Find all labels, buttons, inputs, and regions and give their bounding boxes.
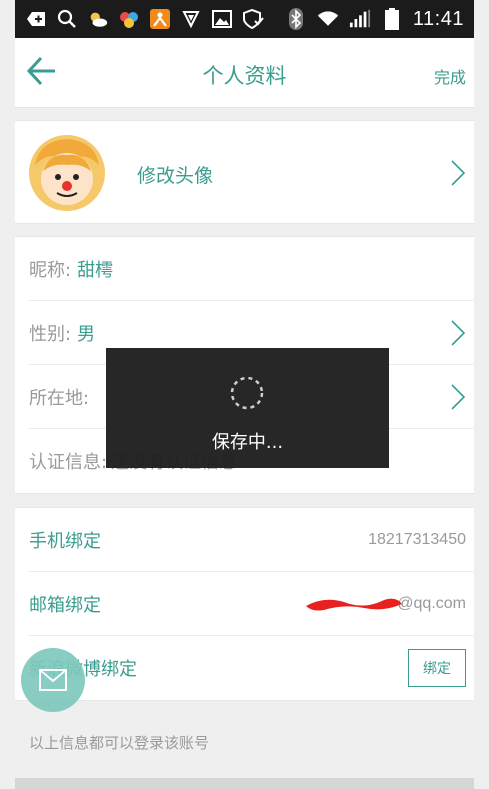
location-label: 所在地: (29, 387, 90, 409)
gender-label: 性别: (29, 323, 72, 345)
app-frame: 11:41 个人资料 完成 修改头像 昵称: 甜樗 性别: 男 所在地: 认证信… (0, 0, 489, 789)
browser-app-icon (118, 9, 140, 29)
saving-message: 保存中... (211, 432, 284, 453)
phone-binding-label: 手机绑定 (29, 530, 101, 552)
bluetooth-icon (285, 8, 307, 30)
phone-binding-row[interactable]: 手机绑定 18217313450 (29, 508, 474, 572)
weather-icon (87, 9, 109, 29)
wifi-icon (317, 9, 339, 29)
avatar-row[interactable]: 修改头像 (15, 120, 474, 224)
page-title: 个人资料 (202, 64, 287, 88)
app-notification-icon (149, 9, 171, 29)
title-bar: 个人资料 完成 (15, 38, 474, 108)
nickname-label: 昵称: (29, 259, 72, 281)
signal-icon (349, 9, 371, 29)
footer-note: 以上信息都可以登录该账号 (29, 734, 210, 752)
edit-avatar-label: 修改头像 (137, 165, 214, 187)
loading-spinner-icon (230, 376, 264, 410)
bottom-divider (15, 778, 474, 789)
redaction-scribble (306, 598, 402, 611)
nickname-value: 甜樗 (77, 259, 114, 281)
done-button[interactable]: 完成 (434, 64, 466, 88)
weibo-binding-row: 新浪微博绑定 绑定 (29, 636, 474, 700)
email-address: @qq.com (397, 594, 466, 612)
clock: 11:41 (412, 7, 464, 30)
search-icon (56, 9, 78, 29)
envelope-icon (39, 669, 67, 691)
gallery-icon (211, 9, 233, 29)
chevron-right-icon (451, 384, 466, 410)
bind-weibo-button[interactable]: 绑定 (408, 649, 466, 687)
verification-label: 认证信息: (29, 452, 108, 473)
battery-icon (381, 8, 403, 30)
phone-screen: 11:41 个人资料 完成 修改头像 昵称: 甜樗 性别: 男 所在地: 认证信… (15, 0, 474, 789)
email-binding-label: 邮箱绑定 (29, 594, 101, 616)
chevron-right-icon (451, 320, 466, 346)
status-bar: 11:41 (15, 0, 474, 38)
usb-debug-icon (25, 9, 47, 29)
shield-icon (180, 9, 202, 29)
chevron-right-icon (451, 160, 466, 186)
gender-value: 男 (77, 323, 96, 345)
phone-number: 18217313450 (368, 530, 466, 548)
security-check-icon (242, 9, 264, 29)
email-binding-row[interactable]: 邮箱绑定 @qq.com (29, 572, 474, 636)
saving-toast: 保存中... (106, 348, 389, 468)
nickname-row[interactable]: 昵称: 甜樗 (29, 237, 474, 301)
mail-fab-button[interactable] (21, 648, 85, 712)
avatar[interactable] (29, 135, 105, 211)
